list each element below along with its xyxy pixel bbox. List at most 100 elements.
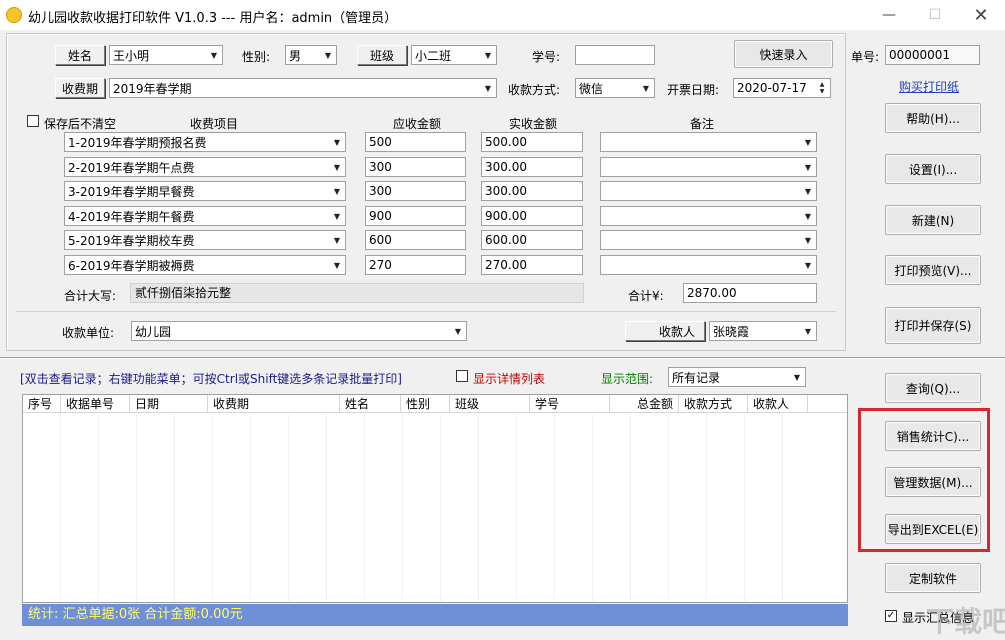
class-value: 小二班 <box>412 47 480 64</box>
name-button[interactable]: 姓名 <box>55 45 105 65</box>
sales-stats-button[interactable]: 销售统计C)... <box>885 421 981 451</box>
col-header[interactable]: 日期 <box>130 395 208 413</box>
maximize-button[interactable]: ☐ <box>912 0 958 30</box>
fee-item-combo[interactable]: 5-2019年春学期校车费▼ <box>64 230 346 250</box>
note-combo[interactable]: ▼ <box>600 132 817 152</box>
window-title: 幼儿园收款收据打印软件 V1.0.3 --- 用户名：admin（管理员） <box>28 7 397 26</box>
chevron-down-icon[interactable]: ▼ <box>329 207 345 225</box>
print-preview-button[interactable]: 打印预览(V)... <box>885 255 981 285</box>
due-amount-input[interactable]: 500 <box>365 132 466 152</box>
minimize-button[interactable]: — <box>866 0 912 30</box>
new-button[interactable]: 新建(N) <box>885 205 981 235</box>
paid-amount-input[interactable]: 300.00 <box>481 157 583 177</box>
show-detail-checkbox[interactable] <box>456 370 468 382</box>
paid-amount-input[interactable]: 500.00 <box>481 132 583 152</box>
paid-amount-input[interactable]: 300.00 <box>481 181 583 201</box>
query-button[interactable]: 查询(Q)... <box>885 373 981 403</box>
chevron-down-icon[interactable]: ▼ <box>800 207 816 225</box>
unit-combo[interactable]: 幼儿园▼ <box>131 321 467 341</box>
fee-item-combo[interactable]: 2-2019年春学期午点费▼ <box>64 157 346 177</box>
help-button[interactable]: 帮助(H)... <box>885 103 981 133</box>
date-value: 2020-07-17 <box>734 81 814 95</box>
chevron-down-icon[interactable]: ▼ <box>320 46 336 64</box>
chevron-down-icon[interactable]: ▼ <box>789 368 805 386</box>
close-button[interactable]: ✕ <box>958 0 1004 30</box>
chevron-down-icon[interactable]: ▼ <box>329 231 345 249</box>
chevron-down-icon[interactable]: ▼ <box>329 182 345 200</box>
fee-item-value: 5-2019年春学期校车费 <box>65 232 329 249</box>
date-picker[interactable]: 2020-07-17▲▼ <box>733 78 831 98</box>
class-button[interactable]: 班级 <box>357 45 407 65</box>
note-combo[interactable]: ▼ <box>600 255 817 275</box>
item-column-header: 收费项目 <box>190 115 238 132</box>
records-table[interactable]: 序号 收据单号 日期 收费期 姓名 性别 班级 学号 总金额 收款方式 收款人 <box>22 394 848 603</box>
chevron-down-icon[interactable]: ▼ <box>329 256 345 274</box>
class-combo[interactable]: 小二班▼ <box>411 45 497 65</box>
chevron-down-icon[interactable]: ▼ <box>800 231 816 249</box>
table-header: 序号 收据单号 日期 收费期 姓名 性别 班级 学号 总金额 收款方式 收款人 <box>23 395 847 413</box>
custom-software-button[interactable]: 定制软件 <box>885 563 981 593</box>
col-header[interactable]: 总金额 <box>610 395 679 413</box>
print-save-button[interactable]: 打印并保存(S) <box>885 307 981 344</box>
total-value: 2870.00 <box>683 283 817 303</box>
chevron-down-icon[interactable]: ▼ <box>800 322 816 340</box>
show-summary-checkbox[interactable]: ✓ <box>885 610 897 622</box>
chevron-down-icon[interactable]: ▼ <box>329 158 345 176</box>
due-amount-input[interactable]: 300 <box>365 181 466 201</box>
divider <box>16 311 836 312</box>
col-header[interactable]: 收款方式 <box>679 395 748 413</box>
chevron-down-icon[interactable]: ▼ <box>800 182 816 200</box>
export-excel-button[interactable]: 导出到EXCEL(E) <box>885 514 981 544</box>
note-combo[interactable]: ▼ <box>600 230 817 250</box>
note-combo[interactable]: ▼ <box>600 206 817 226</box>
paid-amount-input[interactable]: 600.00 <box>481 230 583 250</box>
paid-amount-input[interactable]: 270.00 <box>481 255 583 275</box>
col-header[interactable]: 收据单号 <box>61 395 130 413</box>
range-combo[interactable]: 所有记录▼ <box>668 367 806 387</box>
fee-item-value: 4-2019年春学期午餐费 <box>65 208 329 225</box>
chevron-down-icon[interactable]: ▼ <box>480 79 496 97</box>
manage-data-button[interactable]: 管理数据(M)... <box>885 467 981 497</box>
payee-combo[interactable]: 张晓霞▼ <box>709 321 817 341</box>
name-combo[interactable]: 王小明▼ <box>109 45 223 65</box>
total-caps-label: 合计大写: <box>64 287 116 304</box>
term-button[interactable]: 收费期 <box>55 78 105 98</box>
student-no-input[interactable] <box>575 45 655 65</box>
chevron-down-icon[interactable]: ▼ <box>638 79 654 97</box>
chevron-down-icon[interactable]: ▼ <box>450 322 466 340</box>
spin-icon[interactable]: ▲▼ <box>814 79 830 97</box>
term-combo[interactable]: 2019年春学期▼ <box>109 78 497 98</box>
chevron-down-icon[interactable]: ▼ <box>800 158 816 176</box>
due-amount-input[interactable]: 300 <box>365 157 466 177</box>
paid-amount-input[interactable]: 900.00 <box>481 206 583 226</box>
student-no-label: 学号: <box>532 48 560 65</box>
fee-item-combo[interactable]: 6-2019年春学期被褥费▼ <box>64 255 346 275</box>
fee-item-combo[interactable]: 4-2019年春学期午餐费▼ <box>64 206 346 226</box>
col-header[interactable]: 性别 <box>401 395 450 413</box>
fee-item-combo[interactable]: 1-2019年春学期预报名费▼ <box>64 132 346 152</box>
quick-entry-button[interactable]: 快速录入 <box>734 40 833 68</box>
col-header[interactable]: 收款人 <box>748 395 808 413</box>
col-header[interactable]: 班级 <box>450 395 530 413</box>
col-header[interactable]: 收费期 <box>208 395 340 413</box>
chevron-down-icon[interactable]: ▼ <box>480 46 496 64</box>
buy-paper-link[interactable]: 购买打印纸 <box>899 78 959 95</box>
due-amount-input[interactable]: 600 <box>365 230 466 250</box>
due-amount-input[interactable]: 900 <box>365 206 466 226</box>
chevron-down-icon[interactable]: ▼ <box>329 133 345 151</box>
col-header[interactable]: 姓名 <box>340 395 401 413</box>
keep-checkbox[interactable] <box>27 115 39 127</box>
settings-button[interactable]: 设置(I)... <box>885 154 981 184</box>
chevron-down-icon[interactable]: ▼ <box>800 133 816 151</box>
payee-button[interactable]: 收款人 <box>625 321 705 341</box>
fee-item-combo[interactable]: 3-2019年春学期早餐费▼ <box>64 181 346 201</box>
chevron-down-icon[interactable]: ▼ <box>800 256 816 274</box>
note-combo[interactable]: ▼ <box>600 157 817 177</box>
col-header[interactable]: 学号 <box>530 395 610 413</box>
gender-combo[interactable]: 男▼ <box>285 45 337 65</box>
due-amount-input[interactable]: 270 <box>365 255 466 275</box>
col-header[interactable]: 序号 <box>23 395 61 413</box>
note-combo[interactable]: ▼ <box>600 181 817 201</box>
chevron-down-icon[interactable]: ▼ <box>206 46 222 64</box>
pay-method-combo[interactable]: 微信▼ <box>575 78 655 98</box>
